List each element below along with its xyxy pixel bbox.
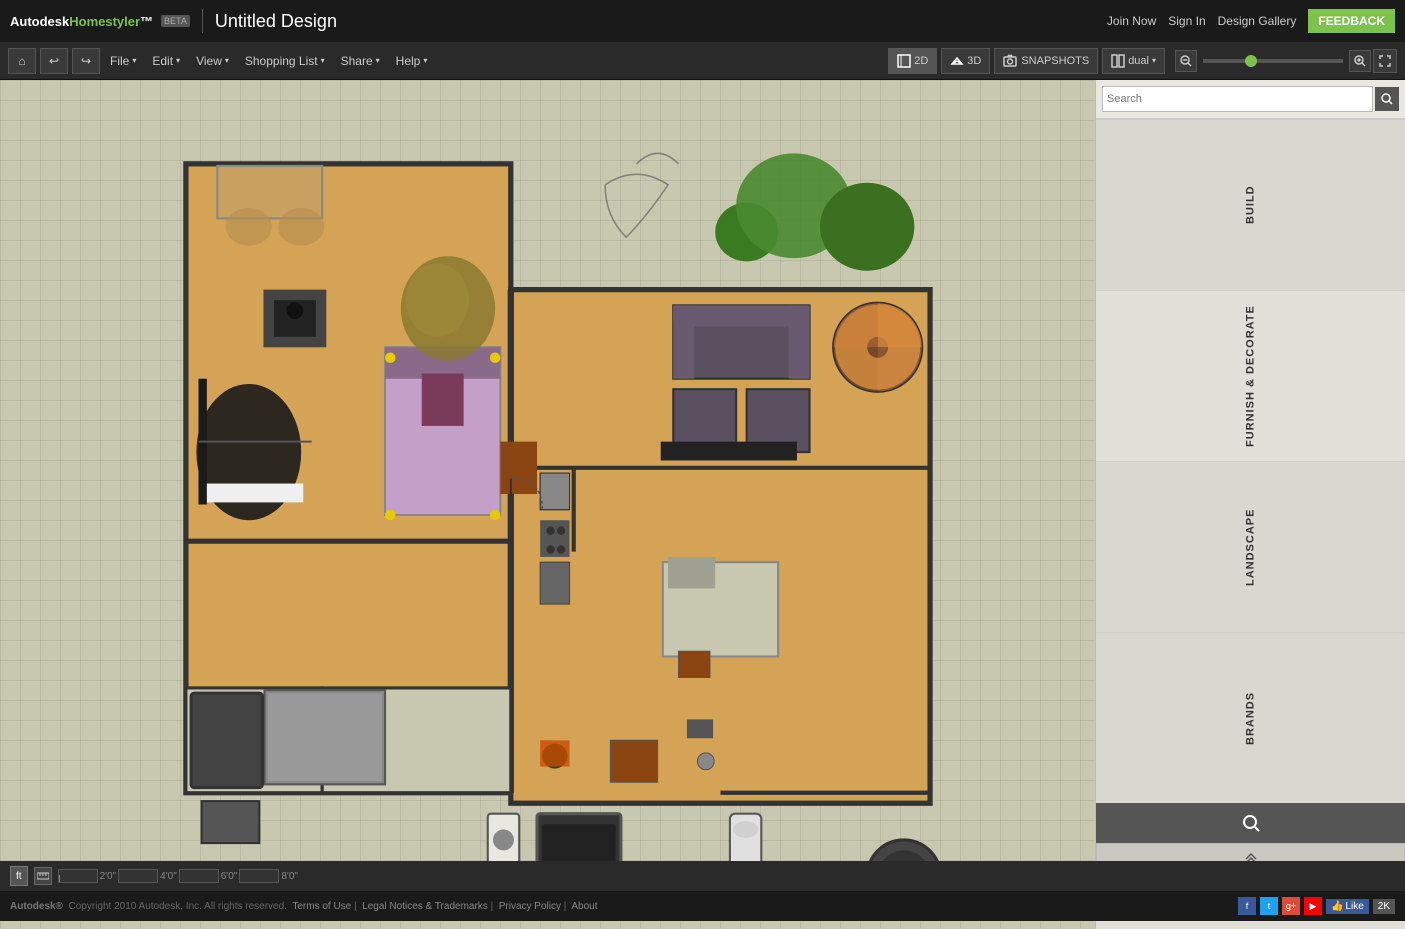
legal-link[interactable]: Legal Notices & Trademarks <box>362 901 488 912</box>
terms-link[interactable]: Terms of Use <box>292 901 351 912</box>
share-menu-button[interactable]: Share▾ <box>335 50 386 72</box>
autodesk-logo: AutodeskHomestyler™ <box>10 14 153 29</box>
sidebar-tabs: BUILD FURNISH & DECORATE LANDSCAPE BRAND… <box>1096 119 1405 803</box>
zoom-thumb[interactable] <box>1245 55 1257 67</box>
separator <box>202 9 203 33</box>
beta-badge: BETA <box>161 15 190 27</box>
right-panel: BUILD FURNISH & DECORATE LANDSCAPE BRAND… <box>1095 80 1405 929</box>
about-link[interactable]: About <box>571 901 597 912</box>
twitter-icon[interactable]: t <box>1260 897 1278 915</box>
furnish-decorate-tab[interactable]: FURNISH & DECORATE <box>1096 290 1405 461</box>
ruler-marks: 2'0" 4'0" 6'0" 8'0" <box>58 869 298 883</box>
edit-menu-button[interactable]: Edit▾ <box>146 50 186 72</box>
ruler-icon <box>34 867 52 885</box>
canvas-area[interactable] <box>0 80 1095 929</box>
search-input[interactable] <box>1102 86 1373 112</box>
privacy-link[interactable]: Privacy Policy <box>499 901 561 912</box>
bottom-bar: ft 2'0" 4'0" 6'0" 8'0" <box>0 861 1405 891</box>
design-gallery-link[interactable]: Design Gallery <box>1218 14 1297 28</box>
footer: Autodesk® Copyright 2010 Autodesk, Inc. … <box>0 891 1405 921</box>
landscape-tab[interactable]: LANDSCAPE <box>1096 461 1405 632</box>
google-icon[interactable]: g+ <box>1282 897 1300 915</box>
dual-button[interactable]: dual▾ <box>1102 48 1165 74</box>
zoom-out-button[interactable] <box>1175 50 1197 72</box>
sign-in-link[interactable]: Sign In <box>1168 14 1205 28</box>
help-menu-button[interactable]: Help▾ <box>390 50 434 72</box>
topbar: AutodeskHomestyler™ BETA Untitled Design… <box>0 0 1405 42</box>
search-button[interactable] <box>1375 87 1399 111</box>
view-menu-button[interactable]: View▾ <box>190 50 235 72</box>
file-menu-button[interactable]: File▾ <box>104 50 142 72</box>
like-button[interactable]: 👍 Like <box>1326 899 1369 914</box>
fullscreen-button[interactable] <box>1373 49 1397 73</box>
autodesk-footer-logo: Autodesk® <box>10 901 63 912</box>
ruler-6ft: 6'0" <box>221 871 238 882</box>
2k-button[interactable]: 2K <box>1373 899 1395 914</box>
view-controls: 2D 3D SNAPSHOTS dual▾ <box>888 48 1165 74</box>
facebook-icon[interactable]: f <box>1238 897 1256 915</box>
undo-button[interactable]: ↩ <box>40 48 68 74</box>
toolbar: ⌂ ↩ ↪ File▾ Edit▾ View▾ Shopping List▾ S… <box>0 42 1405 80</box>
snapshots-button[interactable]: SNAPSHOTS <box>994 48 1098 74</box>
brands-tab[interactable]: BRANDS <box>1096 632 1405 803</box>
2d-view-button[interactable]: 2D <box>888 48 937 74</box>
logo-area: AutodeskHomestyler™ BETA <box>10 14 190 29</box>
zoom-slider[interactable] <box>1203 59 1343 63</box>
build-tab[interactable]: BUILD <box>1096 119 1405 290</box>
right-search-area <box>1096 80 1405 119</box>
ruler-2ft: 2'0" <box>100 871 117 882</box>
footer-left: Autodesk® Copyright 2010 Autodesk, Inc. … <box>10 901 598 912</box>
footer-copyright: Copyright 2010 Autodesk, Inc. All rights… <box>66 901 598 912</box>
shopping-list-menu-button[interactable]: Shopping List▾ <box>239 50 331 72</box>
feedback-button[interactable]: FEEDBACK <box>1308 9 1395 33</box>
unit-ft-button[interactable]: ft <box>10 866 28 886</box>
main-area: BUILD FURNISH & DECORATE LANDSCAPE BRAND… <box>0 80 1405 929</box>
ruler-4ft: 4'0" <box>160 871 177 882</box>
ruler-8ft: 8'0" <box>281 871 298 882</box>
search-icon-panel[interactable] <box>1096 803 1405 843</box>
3d-view-button[interactable]: 3D <box>941 48 990 74</box>
redo-button[interactable]: ↪ <box>72 48 100 74</box>
design-title[interactable]: Untitled Design <box>215 11 337 32</box>
zoom-in-button[interactable] <box>1349 50 1371 72</box>
youtube-icon[interactable]: ▶ <box>1304 897 1322 915</box>
topbar-right: Join Now Sign In Design Gallery FEEDBACK <box>1107 0 1395 42</box>
join-now-link[interactable]: Join Now <box>1107 14 1156 28</box>
home-button[interactable]: ⌂ <box>8 48 36 74</box>
zoom-controls <box>1175 49 1397 73</box>
footer-right: f t g+ ▶ 👍 Like 2K <box>1238 897 1395 915</box>
bottom-left: ft 2'0" 4'0" 6'0" 8'0" <box>10 866 298 886</box>
